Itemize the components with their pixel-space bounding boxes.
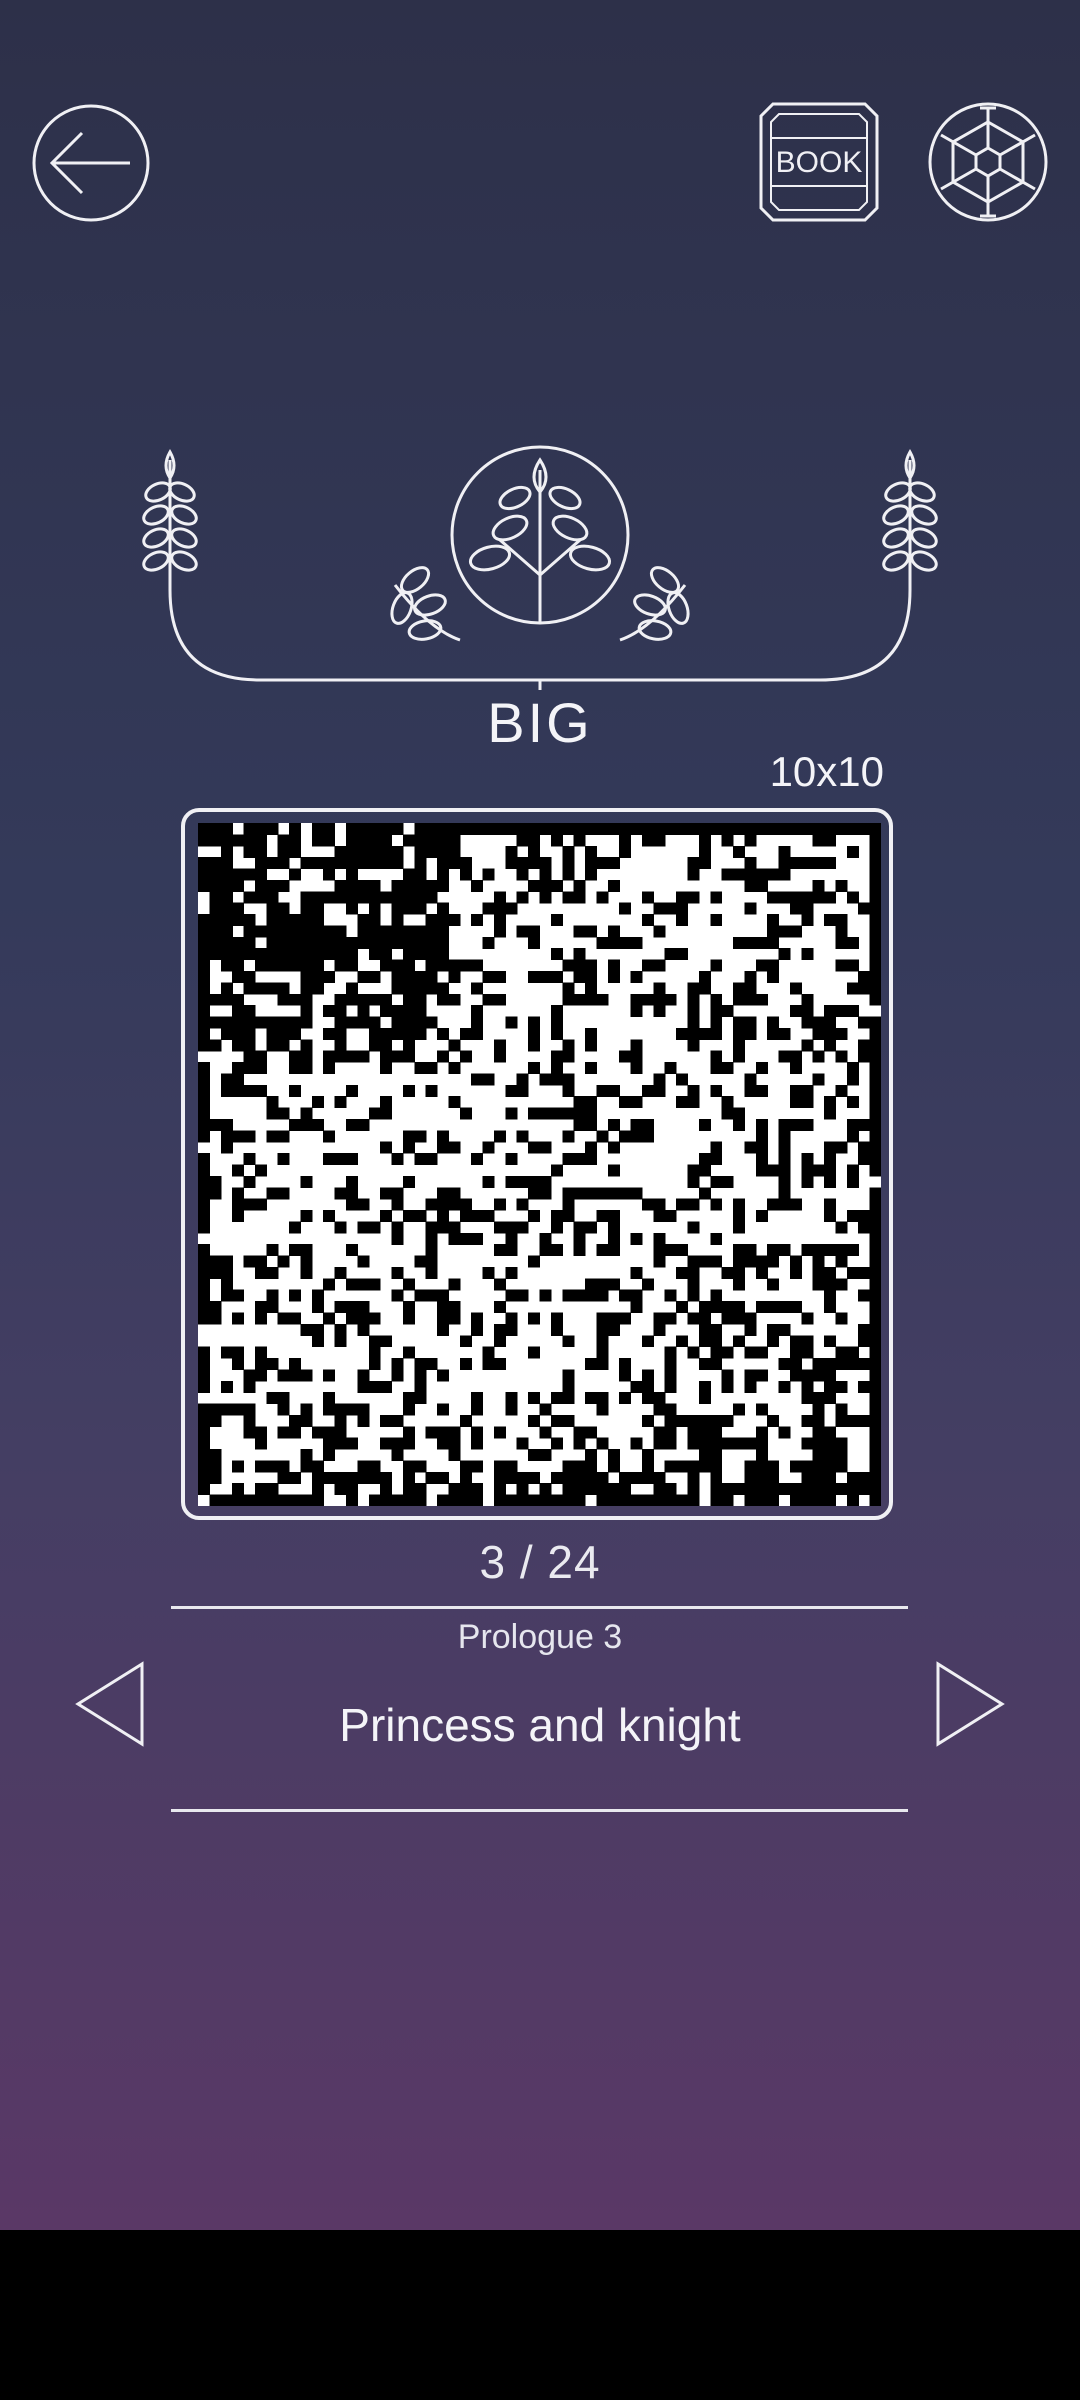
tier-label: BIG — [487, 691, 593, 754]
puzzle-progress: 3 / 24 — [479, 1536, 601, 1588]
settings-button[interactable] — [926, 100, 1050, 224]
book-button[interactable]: BOOK — [757, 100, 881, 224]
puzzle-preview-image[interactable] — [198, 823, 881, 1506]
triangle-left-icon — [75, 1661, 144, 1747]
stage-title[interactable]: Princess and knight — [0, 1698, 1080, 1752]
grid-size-label: 10x10 — [769, 748, 884, 795]
puzzle-select-screen: BOOK BIG 10x10 3 / 24 Prologue 3 Princes… — [0, 0, 1080, 2230]
back-button[interactable] — [30, 102, 152, 224]
arrow-left-icon — [32, 104, 150, 222]
divider-top — [171, 1606, 908, 1609]
next-stage-button[interactable] — [932, 1660, 1008, 1748]
book-label: BOOK — [776, 146, 863, 179]
hex-gear-icon — [928, 102, 1048, 222]
book-icon: BOOK — [759, 102, 879, 222]
previous-stage-button[interactable] — [72, 1660, 148, 1748]
system-nav-bar — [0, 2230, 1080, 2400]
triangle-right-icon — [936, 1661, 1005, 1747]
laurel-tree-emblem — [142, 445, 938, 690]
chapter-label: Prologue 3 — [457, 1618, 623, 1656]
divider-bottom — [171, 1809, 908, 1812]
